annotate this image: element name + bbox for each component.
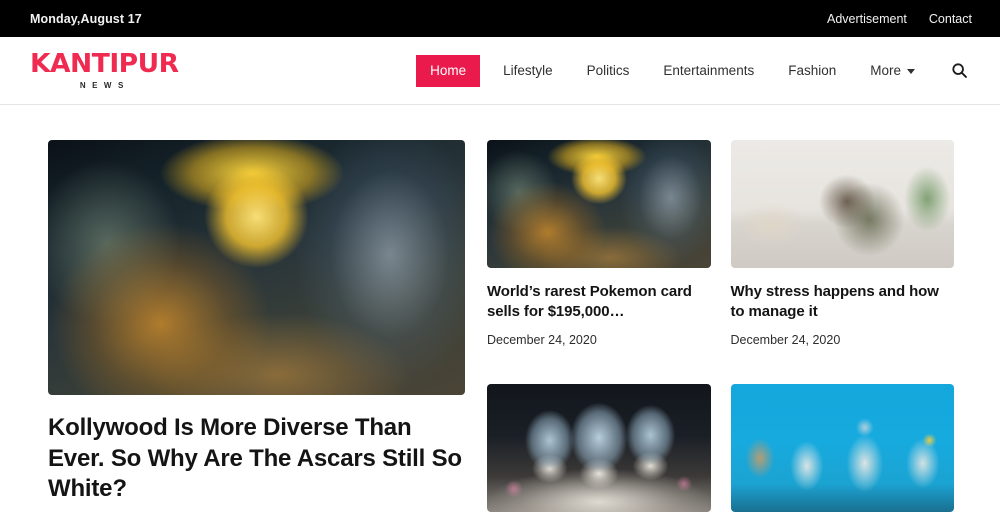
nav-item-more-label: More [870,55,901,87]
logo-wordmark: KANTIPUR [30,51,179,77]
chevron-down-icon [907,69,915,74]
article-card-image[interactable] [487,384,711,512]
top-link-advertisement[interactable]: Advertisement [827,12,907,26]
article-card-title[interactable]: Why stress happens and how to manage it [731,282,955,322]
search-icon[interactable] [946,58,972,84]
nav-item-fashion-label: Fashion [788,55,836,87]
main-content: Kollywood Is More Diverse Than Ever. So … [0,105,1000,520]
article-card-mcmonalds: McMonald’s offering [487,384,711,520]
logo-tagline: NEWS [30,81,176,90]
nav-item-lifestyle-label: Lifestyle [503,55,553,87]
nav-item-more[interactable]: More [853,55,932,87]
nav-item-entertainments-label: Entertainments [663,55,754,87]
article-card-title[interactable]: World’s rarest Pokemon card sells for $1… [487,282,711,322]
nav-item-home[interactable]: Home [416,55,480,87]
nav-item-lifestyle[interactable]: Lifestyle [486,55,570,87]
article-card-date: December 24, 2020 [487,333,711,347]
article-card-lockdown: Lockdown has changed my [731,384,955,520]
site-logo[interactable]: KANTIPUR NEWS [30,51,176,90]
nav-item-home-label: Home [430,55,466,87]
article-card-stress: Why stress happens and how to manage it … [731,140,955,364]
site-header: KANTIPUR NEWS Home Lifestyle Politics En… [0,37,1000,105]
nav-item-politics-label: Politics [587,55,630,87]
featured-article: Kollywood Is More Diverse Than Ever. So … [48,140,465,520]
nav-item-fashion[interactable]: Fashion [771,55,853,87]
article-grid: World’s rarest Pokemon card sells for $1… [487,140,954,520]
top-utility-links: Advertisement Contact [827,12,972,26]
nav-item-politics[interactable]: Politics [570,55,647,87]
current-date-label: Monday,August 17 [30,12,142,26]
featured-article-image[interactable] [48,140,465,395]
featured-article-title[interactable]: Kollywood Is More Diverse Than Ever. So … [48,413,465,505]
top-link-contact[interactable]: Contact [929,12,972,26]
article-card-pokemon: World’s rarest Pokemon card sells for $1… [487,140,711,364]
main-navigation: Home Lifestyle Politics Entertainments F… [416,55,978,87]
article-card-image[interactable] [487,140,711,268]
nav-item-entertainments[interactable]: Entertainments [646,55,771,87]
article-card-image[interactable] [731,384,955,512]
top-utility-bar: Monday,August 17 Advertisement Contact [0,0,1000,37]
article-card-image[interactable] [731,140,955,268]
article-card-date: December 24, 2020 [731,333,955,347]
